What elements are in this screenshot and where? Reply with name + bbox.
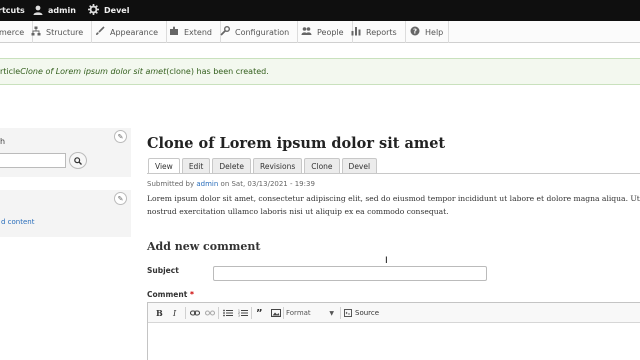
user-toolbar-item[interactable]: admin — [33, 0, 76, 21]
shortcuts-toolbar-item[interactable]: rtcuts — [0, 0, 25, 21]
tab-label: Devel — [348, 162, 371, 171]
submitted-byline: Submitted by admin on Sat, 03/13/2021 - … — [147, 180, 315, 188]
comment-editor[interactable]: B I 123 ” Format ▼ Source — [147, 302, 640, 360]
svg-text:3: 3 — [238, 314, 240, 317]
sidebar-spacer — [0, 177, 131, 190]
admin-toolbar: rtcuts admin Devel — [0, 0, 640, 21]
toolbar-separator — [283, 307, 284, 319]
blockquote-icon[interactable]: ” — [256, 307, 263, 319]
tray-item-structure[interactable]: Structure — [24, 21, 93, 43]
tray-item-help[interactable]: ? Help — [403, 21, 449, 43]
editor-toolbar: B I 123 ” Format ▼ Source — [148, 303, 640, 323]
body-line: Lorem ipsum dolor sit amet, consectetur … — [147, 194, 640, 203]
search-input[interactable] — [0, 153, 66, 168]
bulleted-list-icon[interactable] — [223, 307, 233, 319]
status-suffix: (clone) has been created. — [166, 67, 269, 76]
subject-input[interactable] — [213, 266, 487, 281]
tray-item-label: merce — [0, 27, 25, 37]
gear-icon — [88, 4, 99, 17]
search-block: h ✎ — [0, 128, 131, 177]
shortcuts-label: rtcuts — [0, 6, 25, 15]
tab-devel[interactable]: Devel — [341, 158, 378, 174]
tray-item-configuration[interactable]: Configuration — [213, 21, 299, 43]
toolbar-separator — [251, 307, 252, 319]
link-icon[interactable] — [190, 307, 200, 319]
paintbrush-icon — [95, 26, 105, 38]
tab-delete[interactable]: Delete — [212, 158, 251, 174]
body-line: nostrud exercitation ullamco laboris nis… — [147, 207, 449, 216]
tray-item-appearance[interactable]: Appearance — [88, 21, 168, 43]
text-cursor-icon: I — [385, 256, 388, 266]
toolbar-separator — [218, 307, 219, 319]
tray-item-label: Reports — [366, 27, 397, 37]
status-node-title: Clone of Lorem ipsum dolor sit amet — [20, 67, 167, 76]
source-icon — [344, 309, 352, 317]
tab-revisions[interactable]: Revisions — [253, 158, 303, 174]
comment-label: Comment — [147, 290, 188, 299]
search-icon — [74, 156, 82, 165]
tray-item-label: Structure — [46, 27, 84, 37]
unlink-icon[interactable] — [205, 307, 215, 319]
format-dropdown[interactable]: Format ▼ — [286, 307, 338, 319]
structure-icon — [31, 26, 41, 38]
image-icon[interactable] — [271, 307, 281, 319]
required-marker: * — [189, 290, 194, 299]
page-title: Clone of Lorem ipsum dolor sit amet — [147, 135, 446, 152]
search-button[interactable] — [69, 152, 87, 169]
comment-label-row: Comment * — [147, 290, 194, 299]
local-tasks-tabs: View Edit Delete Revisions Clone Devel — [148, 158, 379, 174]
source-label: Source — [355, 309, 380, 317]
admin-menu-tray: merce Structure Appearance Extend Config… — [0, 21, 640, 43]
format-label: Format — [286, 309, 311, 317]
submitted-prefix: Submitted by — [147, 180, 197, 188]
tray-item-label: Help — [425, 27, 444, 37]
tab-edit[interactable]: Edit — [181, 158, 211, 174]
tab-label: Revisions — [260, 162, 296, 171]
edit-block-pencil-icon[interactable]: ✎ — [114, 192, 127, 205]
bar-chart-icon — [351, 26, 361, 38]
tray-item-label: Extend — [184, 27, 212, 37]
help-icon: ? — [410, 26, 420, 38]
bold-icon[interactable]: B — [156, 307, 163, 319]
devel-toolbar-item[interactable]: Devel — [88, 0, 129, 21]
people-icon — [301, 26, 312, 38]
tab-label: View — [155, 162, 173, 171]
tab-view[interactable]: View — [148, 158, 180, 174]
status-message: rticle Clone of Lorem ipsum dolor sit am… — [0, 58, 640, 85]
numbered-list-icon[interactable]: 123 — [238, 307, 248, 319]
toolbar-separator — [185, 307, 186, 319]
devel-label: Devel — [104, 6, 130, 15]
italic-icon[interactable]: I — [173, 307, 176, 319]
tab-label: Clone — [311, 162, 333, 171]
tab-clone[interactable]: Clone — [304, 158, 340, 174]
edit-block-pencil-icon[interactable]: ✎ — [114, 130, 127, 143]
source-button[interactable]: Source — [344, 307, 379, 319]
status-prefix: rticle — [0, 67, 21, 76]
tab-label: Edit — [188, 162, 204, 171]
tab-label: Delete — [219, 162, 244, 171]
tray-item-label: Configuration — [235, 27, 290, 37]
chevron-down-icon: ▼ — [329, 309, 334, 317]
author-link[interactable]: admin — [196, 180, 218, 188]
tray-item-reports[interactable]: Reports — [344, 21, 406, 43]
add-comment-heading: Add new comment — [147, 240, 261, 253]
puzzle-icon — [169, 26, 179, 38]
user-icon — [33, 5, 43, 17]
add-content-link[interactable]: d content — [1, 218, 34, 226]
subject-label: Subject — [147, 266, 179, 275]
tools-block: ✎ d content — [0, 190, 131, 237]
search-block-title: h — [0, 137, 6, 146]
svg-text:?: ? — [413, 28, 417, 36]
sidebar-empty — [0, 237, 131, 360]
user-label: admin — [48, 6, 76, 15]
tabs-divider — [147, 173, 640, 174]
wrench-icon — [220, 26, 230, 38]
node-body: Lorem ipsum dolor sit amet, consectetur … — [147, 192, 640, 218]
submitted-date: on Sat, 03/13/2021 - 19:39 — [218, 180, 315, 188]
toolbar-separator — [340, 307, 341, 319]
tray-item-label: Appearance — [110, 27, 159, 37]
tray-item-label: People — [317, 27, 344, 37]
